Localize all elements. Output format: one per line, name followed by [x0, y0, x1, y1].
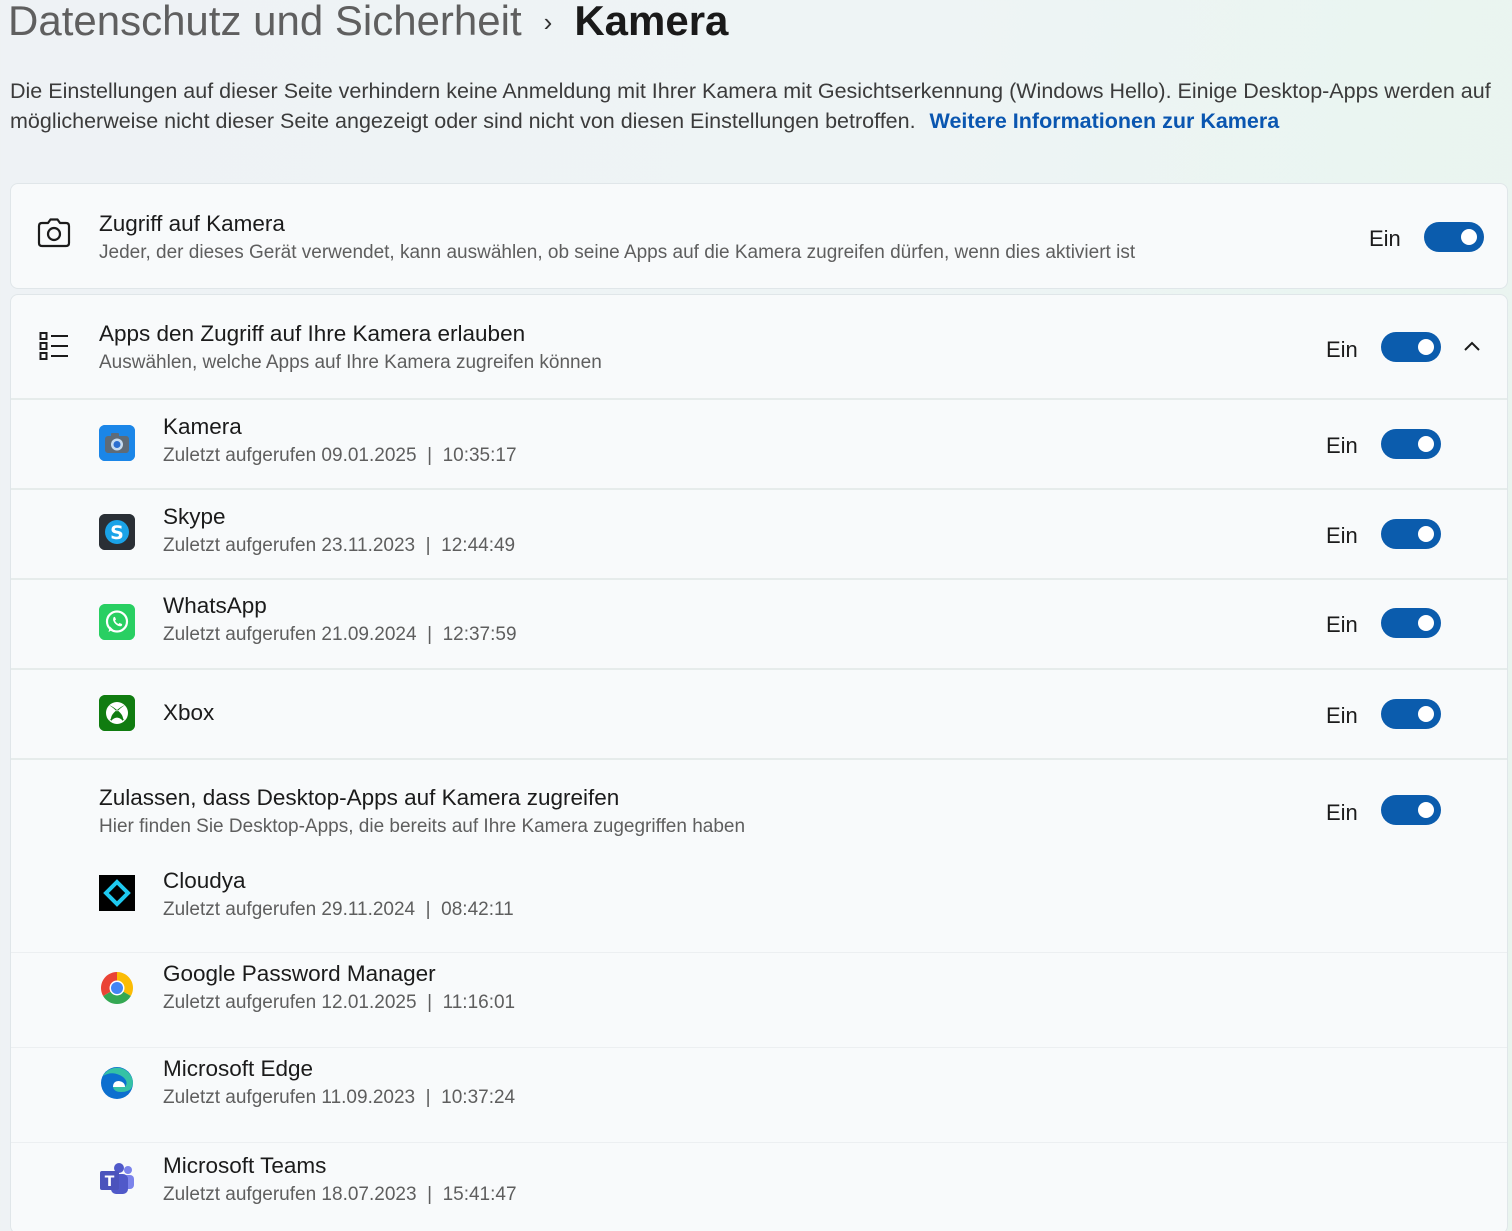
list-icon: [39, 331, 69, 366]
camera-access-toggle[interactable]: [1424, 222, 1484, 252]
camera-info-link[interactable]: Weitere Informationen zur Kamera: [930, 109, 1280, 133]
desktop-app-last-access: Zuletzt aufgerufen 12.01.2025 | 11:16:01: [163, 992, 516, 1013]
app-row-xbox: Xbox Ein: [11, 670, 1507, 758]
app-toggle-whatsapp[interactable]: [1381, 608, 1441, 638]
camera-access-card: Zugriff auf Kamera Jeder, der dieses Ger…: [10, 183, 1508, 289]
desktop-app-row-microsoft-teams: T Microsoft Teams Zuletzt aufgerufen 18.…: [11, 1143, 1507, 1231]
app-name: Skype: [163, 504, 226, 529]
desktop-app-row-cloudya: Cloudya Zuletzt aufgerufen 29.11.2024 | …: [11, 860, 1507, 952]
app-row-skype: S Skype Zuletzt aufgerufen 23.11.2023 | …: [11, 490, 1507, 578]
app-state: Ein: [1326, 523, 1358, 548]
app-toggle-kamera[interactable]: [1381, 429, 1441, 459]
svg-text:T: T: [105, 1174, 115, 1190]
app-state: Ein: [1326, 612, 1358, 637]
chrome-icon: [99, 970, 135, 1006]
app-row-whatsapp: WhatsApp Zuletzt aufgerufen 21.09.2024 |…: [11, 580, 1507, 668]
desktop-app-row-microsoft-edge: Microsoft Edge Zuletzt aufgerufen 11.09.…: [11, 1048, 1507, 1142]
app-name: WhatsApp: [163, 593, 267, 618]
cloudya-icon: [99, 875, 135, 911]
app-last-access: Zuletzt aufgerufen 23.11.2023 | 12:44:49: [163, 535, 516, 556]
skype-icon: S: [99, 514, 135, 550]
camera-access-subtitle: Jeder, der dieses Gerät verwendet, kann …: [99, 242, 1136, 263]
app-last-access: Zuletzt aufgerufen 21.09.2024 | 12:37:59: [163, 624, 517, 645]
breadcrumb: Datenschutz und Sicherheit › Kamera: [8, 0, 728, 50]
app-toggle-xbox[interactable]: [1381, 699, 1441, 729]
teams-icon: T: [99, 1161, 135, 1197]
app-name: Xbox: [163, 700, 215, 725]
desktop-app-last-access: Zuletzt aufgerufen 18.07.2023 | 15:41:47: [163, 1184, 517, 1205]
desktop-app-row-google-password-manager: Google Password Manager Zuletzt aufgeruf…: [11, 953, 1507, 1047]
svg-text:S: S: [110, 522, 124, 544]
camera-access-title: Zugriff auf Kamera: [99, 211, 285, 236]
apps-access-subtitle: Auswählen, welche Apps auf Ihre Kamera z…: [99, 352, 602, 373]
desktop-app-name: Microsoft Edge: [163, 1056, 314, 1081]
whatsapp-icon: [99, 604, 135, 640]
chevron-up-icon[interactable]: [1463, 339, 1481, 357]
app-state: Ein: [1326, 703, 1358, 728]
app-row-kamera: Kamera Zuletzt aufgerufen 09.01.2025 | 1…: [11, 400, 1507, 488]
xbox-icon: [99, 695, 135, 731]
edge-icon: [99, 1065, 135, 1101]
intro-text-block: Die Einstellungen auf dieser Seite verhi…: [10, 76, 1500, 136]
camera-access-state: Ein: [1369, 226, 1401, 251]
camera-icon: [37, 218, 71, 253]
desktop-app-last-access: Zuletzt aufgerufen 11.09.2023 | 10:37:24: [163, 1087, 516, 1108]
chevron-right-icon: ›: [543, 6, 553, 37]
app-name: Kamera: [163, 414, 242, 439]
page-title: Kamera: [574, 0, 729, 44]
desktop-app-last-access: Zuletzt aufgerufen 29.11.2024 | 08:42:11: [163, 899, 514, 920]
apps-access-state: Ein: [1326, 337, 1358, 362]
desktop-apps-state: Ein: [1326, 800, 1358, 825]
app-last-access: Zuletzt aufgerufen 09.01.2025 | 10:35:17: [163, 445, 517, 466]
apps-access-toggle[interactable]: [1381, 332, 1441, 362]
desktop-apps-subtitle: Hier finden Sie Desktop-Apps, die bereit…: [99, 816, 746, 837]
desktop-apps-title: Zulassen, dass Desktop-Apps auf Kamera z…: [99, 785, 620, 810]
desktop-apps-toggle[interactable]: [1381, 795, 1441, 825]
app-toggle-skype[interactable]: [1381, 519, 1441, 549]
desktop-app-name: Microsoft Teams: [163, 1153, 327, 1178]
desktop-app-name: Cloudya: [163, 868, 246, 893]
apps-access-card: Apps den Zugriff auf Ihre Kamera erlaube…: [10, 294, 1508, 1231]
breadcrumb-parent[interactable]: Datenschutz und Sicherheit: [8, 0, 522, 45]
apps-access-title: Apps den Zugriff auf Ihre Kamera erlaube…: [99, 321, 526, 346]
desktop-app-name: Google Password Manager: [163, 961, 436, 986]
app-state: Ein: [1326, 433, 1358, 458]
camera-app-icon: [99, 425, 135, 461]
